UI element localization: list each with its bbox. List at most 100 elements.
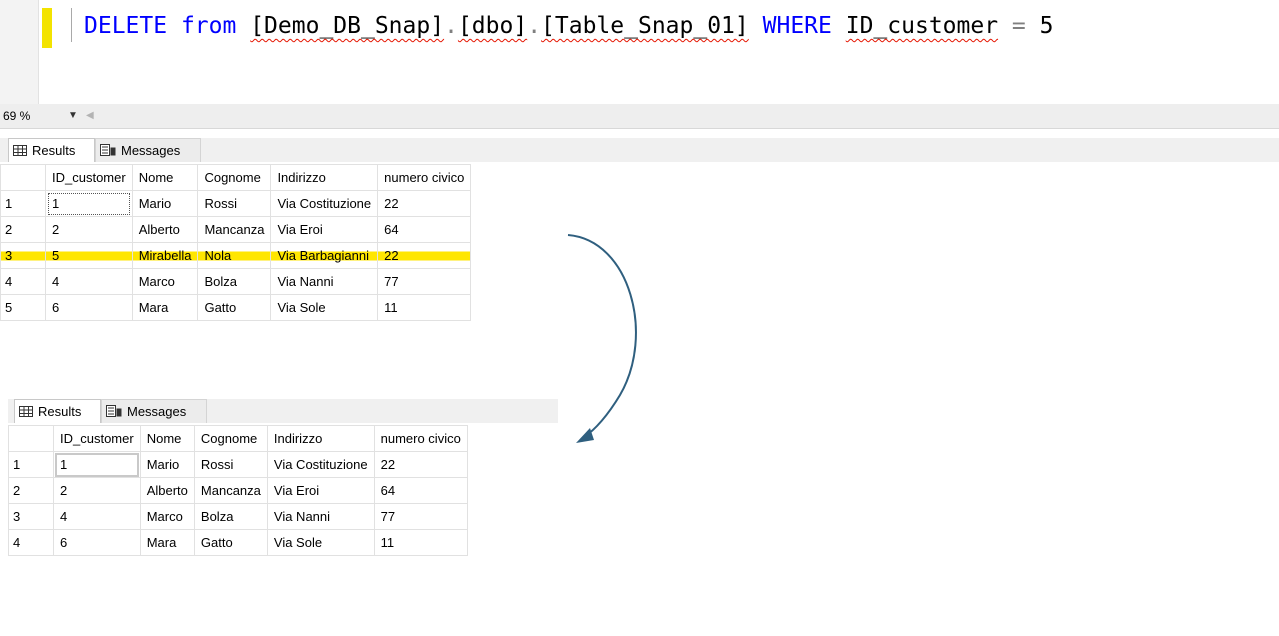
results-tabs-after: Results Messages <box>14 399 214 423</box>
table-cell[interactable]: Via Eroi <box>270 216 379 243</box>
curved-arrow-icon <box>567 234 637 443</box>
table-cell[interactable]: Mancanza <box>197 216 272 243</box>
table-cell[interactable]: Mara <box>139 529 195 556</box>
table-row[interactable]: 4 6 Mara Gatto Via Sole 11 <box>8 529 468 556</box>
row-number[interactable]: 2 <box>0 216 46 243</box>
row-number[interactable]: 2 <box>8 477 54 504</box>
table-row[interactable]: 4 4 Marco Bolza Via Nanni 77 <box>0 268 472 295</box>
grid-icon <box>19 401 33 425</box>
column-header[interactable]: Nome <box>139 425 195 452</box>
row-number-header[interactable] <box>0 164 46 191</box>
results-grid-after[interactable]: ID_customer Nome Cognome Indirizzo numero ci… <box>8 425 468 556</box>
table-cell[interactable]: Via Nanni <box>270 268 379 295</box>
table-row[interactable]: 1 1 Mario Rossi Via Costituzione 22 <box>8 451 468 478</box>
table-cell[interactable]: Via Sole <box>270 294 379 321</box>
tab-messages-after[interactable]: Messages <box>101 399 207 423</box>
row-number-header[interactable] <box>8 425 54 452</box>
table-cell[interactable]: 4 <box>53 503 141 530</box>
row-number[interactable]: 1 <box>0 190 46 217</box>
sql-statement[interactable]: DELETE from [Demo_DB_Snap].[dbo].[Table_… <box>84 6 1053 46</box>
column-header[interactable]: Nome <box>131 164 199 191</box>
table-cell[interactable]: 1 <box>45 190 133 217</box>
table-cell[interactable]: 11 <box>373 529 468 556</box>
table-cell[interactable]: Mario <box>131 190 199 217</box>
change-marker <box>42 8 52 48</box>
zoom-level[interactable]: 69 % <box>3 107 30 125</box>
table-cell[interactable]: Via Eroi <box>266 477 375 504</box>
table-cell[interactable]: Gatto <box>193 529 268 556</box>
row-number[interactable]: 4 <box>0 268 46 295</box>
table-cell[interactable]: 4 <box>45 268 133 295</box>
table-cell[interactable]: 77 <box>373 503 468 530</box>
sql-token: DELETE <box>84 13 168 39</box>
table-row[interactable]: 1 1 Mario Rossi Via Costituzione 22 <box>0 190 472 217</box>
scroll-left-icon[interactable]: ◀ <box>86 109 94 123</box>
sql-token: = <box>1011 13 1026 39</box>
column-header[interactable]: Indirizzo <box>266 425 375 452</box>
outline-line <box>71 8 72 42</box>
table-cell[interactable]: 22 <box>377 190 472 217</box>
table-cell[interactable]: Mario <box>139 451 195 478</box>
column-header[interactable]: ID_customer <box>45 164 133 191</box>
table-cell[interactable]: 77 <box>377 268 472 295</box>
row-number[interactable]: 5 <box>0 294 46 321</box>
table-cell[interactable]: 11 <box>377 294 472 321</box>
results-tabs-before: Results Messages <box>8 138 208 162</box>
tab-results-after[interactable]: Results <box>14 399 101 423</box>
row-number[interactable]: 1 <box>8 451 54 478</box>
table-cell[interactable]: Mancanza <box>193 477 268 504</box>
column-header[interactable]: Cognome <box>193 425 268 452</box>
table-cell[interactable]: Via Nanni <box>266 503 375 530</box>
table-row[interactable]: 2 2 Alberto Mancanza Via Eroi 64 <box>8 477 468 504</box>
table-cell[interactable]: Mara <box>131 294 199 321</box>
table-cell[interactable]: 22 <box>377 242 472 269</box>
table-cell[interactable]: 22 <box>373 451 468 478</box>
sql-token: [Table_Snap_01] <box>541 13 749 39</box>
results-grid-before[interactable]: ID_customer Nome Cognome Indirizzo numero ci… <box>0 164 472 321</box>
sql-token: from <box>180 13 237 39</box>
column-header[interactable]: Cognome <box>197 164 272 191</box>
column-header[interactable]: Indirizzo <box>270 164 379 191</box>
table-cell[interactable]: Alberto <box>131 216 199 243</box>
sql-token: WHERE <box>762 13 832 39</box>
table-cell[interactable]: Mirabella <box>131 242 199 269</box>
table-cell[interactable]: Rossi <box>197 190 272 217</box>
table-row[interactable]: 2 2 Alberto Mancanza Via Eroi 64 <box>0 216 472 243</box>
table-cell[interactable]: Nola <box>197 242 272 269</box>
query-editor[interactable]: DELETE from [Demo_DB_Snap].[dbo].[Table_… <box>0 0 1279 104</box>
table-row[interactable]: 3 4 Marco Bolza Via Nanni 77 <box>8 503 468 530</box>
column-header[interactable]: numero civico <box>373 425 468 452</box>
table-cell[interactable]: 64 <box>377 216 472 243</box>
column-header[interactable]: ID_customer <box>53 425 141 452</box>
messages-icon <box>100 140 116 164</box>
table-cell[interactable]: Via Costituzione <box>270 190 379 217</box>
table-row[interactable]: 5 6 Mara Gatto Via Sole 11 <box>0 294 472 321</box>
tab-results-before[interactable]: Results <box>8 138 95 162</box>
table-row[interactable]: 3 5 Mirabella Nola Via Barbagianni 22 <box>0 242 472 269</box>
table-cell[interactable]: 64 <box>373 477 468 504</box>
table-cell[interactable]: Rossi <box>193 451 268 478</box>
table-cell[interactable]: 5 <box>45 242 133 269</box>
table-cell[interactable]: Via Barbagianni <box>270 242 379 269</box>
row-number[interactable]: 4 <box>8 529 54 556</box>
table-cell[interactable]: Alberto <box>139 477 195 504</box>
table-cell[interactable]: 2 <box>45 216 133 243</box>
tab-messages-before[interactable]: Messages <box>95 138 201 162</box>
table-cell[interactable]: Bolza <box>193 503 268 530</box>
table-cell[interactable]: Bolza <box>197 268 272 295</box>
zoom-dropdown-icon[interactable]: ▼ <box>68 109 78 123</box>
table-cell[interactable]: Marco <box>131 268 199 295</box>
table-cell[interactable]: 6 <box>53 529 141 556</box>
table-cell[interactable]: 2 <box>53 477 141 504</box>
table-cell[interactable]: 6 <box>45 294 133 321</box>
table-cell[interactable]: Gatto <box>197 294 272 321</box>
table-cell[interactable]: Marco <box>139 503 195 530</box>
row-number[interactable]: 3 <box>0 242 46 269</box>
table-cell[interactable]: Via Costituzione <box>266 451 375 478</box>
table-cell[interactable]: Via Sole <box>266 529 375 556</box>
table-cell[interactable]: 1 <box>53 451 141 478</box>
column-header[interactable]: numero civico <box>377 164 472 191</box>
row-number[interactable]: 3 <box>8 503 54 530</box>
